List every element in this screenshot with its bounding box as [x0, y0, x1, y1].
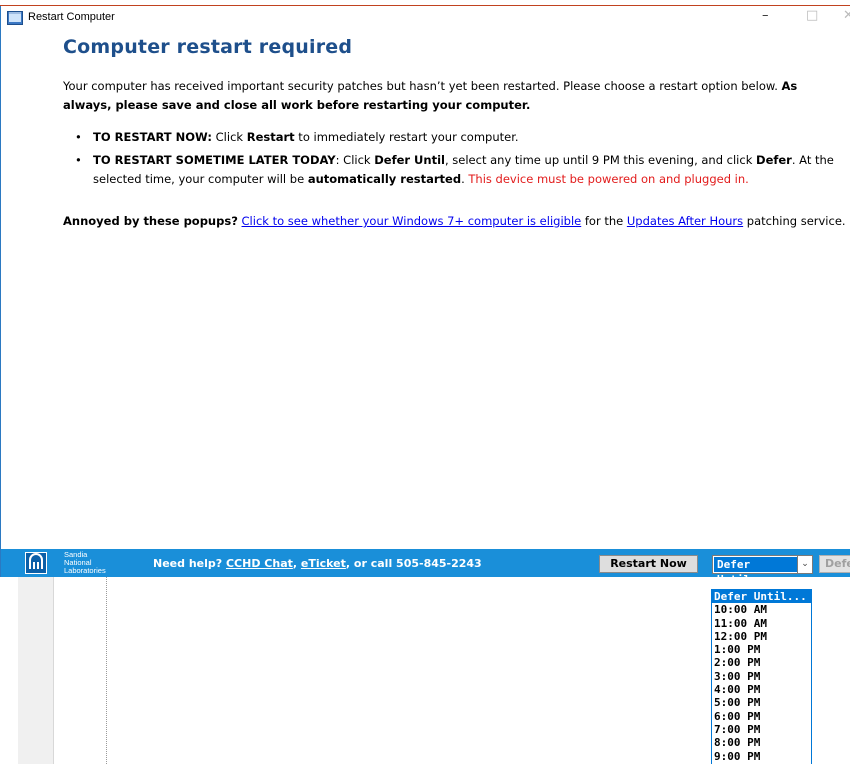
- instruction-list: • TO RESTART NOW: Click Restart to immedi…: [63, 128, 843, 193]
- bullet2-defer-until-word: Defer Until: [374, 153, 445, 167]
- restart-computer-window: Restart Computer – □ ✕ Computer restart …: [0, 6, 850, 586]
- bullet1-text1: Click: [212, 130, 247, 144]
- restart-now-button[interactable]: Restart Now: [599, 555, 698, 573]
- dropdown-option[interactable]: Defer Until...: [712, 590, 811, 604]
- background-divider: [106, 577, 107, 764]
- cchd-chat-link[interactable]: CCHD Chat: [226, 557, 293, 570]
- page-title: Computer restart required: [63, 36, 353, 58]
- close-button[interactable]: ✕: [843, 8, 850, 23]
- window-title: Restart Computer: [28, 11, 115, 23]
- dropdown-option[interactable]: 4:00 PM: [712, 683, 811, 696]
- annoyed-tail: patching service.: [743, 214, 846, 228]
- intro-paragraph: Your computer has received important sec…: [63, 77, 848, 115]
- help-separator: ,: [292, 557, 301, 570]
- title-bar[interactable]: Restart Computer – □ ✕: [1, 6, 850, 32]
- bullet2-lead: TO RESTART SOMETIME LATER TODAY: [93, 153, 336, 167]
- bullet1-lead: TO RESTART NOW:: [93, 130, 212, 144]
- dropdown-option[interactable]: 10:00 AM: [712, 603, 811, 616]
- defer-time-dropdown[interactable]: Defer Until... 10:00 AM 11:00 AM 12:00 P…: [711, 589, 812, 764]
- bullet1-restart-word: Restart: [246, 130, 295, 144]
- help-prefix: Need help?: [153, 557, 226, 570]
- dropdown-option[interactable]: 2:00 PM: [712, 656, 811, 669]
- maximize-button[interactable]: □: [806, 8, 818, 23]
- help-suffix: , or call 505-845-2243: [345, 557, 482, 570]
- sandia-logo-icon: [25, 552, 47, 574]
- defer-until-select[interactable]: Defer Until... ⌄: [712, 555, 813, 586]
- annoyed-mid: for the: [581, 214, 627, 228]
- eligibility-paragraph: Annoyed by these popups? Click to see wh…: [63, 212, 848, 231]
- annoyed-lead: Annoyed by these popups?: [63, 214, 238, 228]
- eticket-link[interactable]: eTicket: [301, 557, 346, 570]
- message-content: Computer restart required Your computer …: [1, 32, 850, 549]
- dropdown-option[interactable]: 1:00 PM: [712, 643, 811, 656]
- dropdown-option[interactable]: 11:00 AM: [712, 617, 811, 630]
- defer-button[interactable]: Defer: [819, 555, 850, 573]
- updates-after-hours-link[interactable]: Updates After Hours: [627, 214, 743, 228]
- bullet2-defer-word: Defer: [756, 153, 792, 167]
- footer-bar: Sandia National Laboratories Need help? …: [1, 549, 850, 586]
- logo-line-3: Laboratories: [64, 566, 106, 575]
- dropdown-option[interactable]: 6:00 PM: [712, 710, 811, 723]
- monitor-window-icon: [7, 11, 23, 25]
- defer-until-selected-value: Defer Until...: [714, 557, 797, 586]
- dropdown-option[interactable]: 12:00 PM: [712, 630, 811, 643]
- dropdown-option[interactable]: 3:00 PM: [712, 670, 811, 683]
- eligibility-link[interactable]: Click to see whether your Windows 7+ com…: [242, 214, 582, 228]
- logo-text: Sandia National Laboratories: [64, 551, 106, 575]
- bullet2-text0: : Click: [335, 153, 375, 167]
- chevron-down-icon[interactable]: ⌄: [797, 556, 812, 573]
- bullet2-text1: , select any time up until 9 PM this eve…: [444, 153, 757, 167]
- bullet2-auto-restart-word: automatically restarted: [307, 172, 462, 186]
- minimize-button[interactable]: –: [762, 8, 769, 23]
- bullet-icon: •: [75, 130, 82, 144]
- dropdown-option[interactable]: 7:00 PM: [712, 723, 811, 736]
- dropdown-option[interactable]: 8:00 PM: [712, 736, 811, 749]
- bullet-icon: •: [75, 153, 82, 167]
- sandia-logo: Sandia National Laboratories: [21, 551, 121, 575]
- power-warning-text: This device must be powered on and plugg…: [468, 172, 749, 186]
- bullet1-text2: to immediately restart your computer.: [294, 130, 519, 144]
- background-gutter: [18, 577, 54, 764]
- list-item-restart-later: • TO RESTART SOMETIME LATER TODAY: Click …: [63, 151, 843, 189]
- intro-text: Your computer has received important sec…: [63, 79, 782, 93]
- dropdown-option[interactable]: 5:00 PM: [712, 696, 811, 709]
- help-text: Need help? CCHD Chat, eTicket, or call 5…: [153, 557, 482, 570]
- dropdown-option[interactable]: 9:00 PM: [712, 750, 811, 763]
- list-item-restart-now: • TO RESTART NOW: Click Restart to immedi…: [63, 128, 843, 147]
